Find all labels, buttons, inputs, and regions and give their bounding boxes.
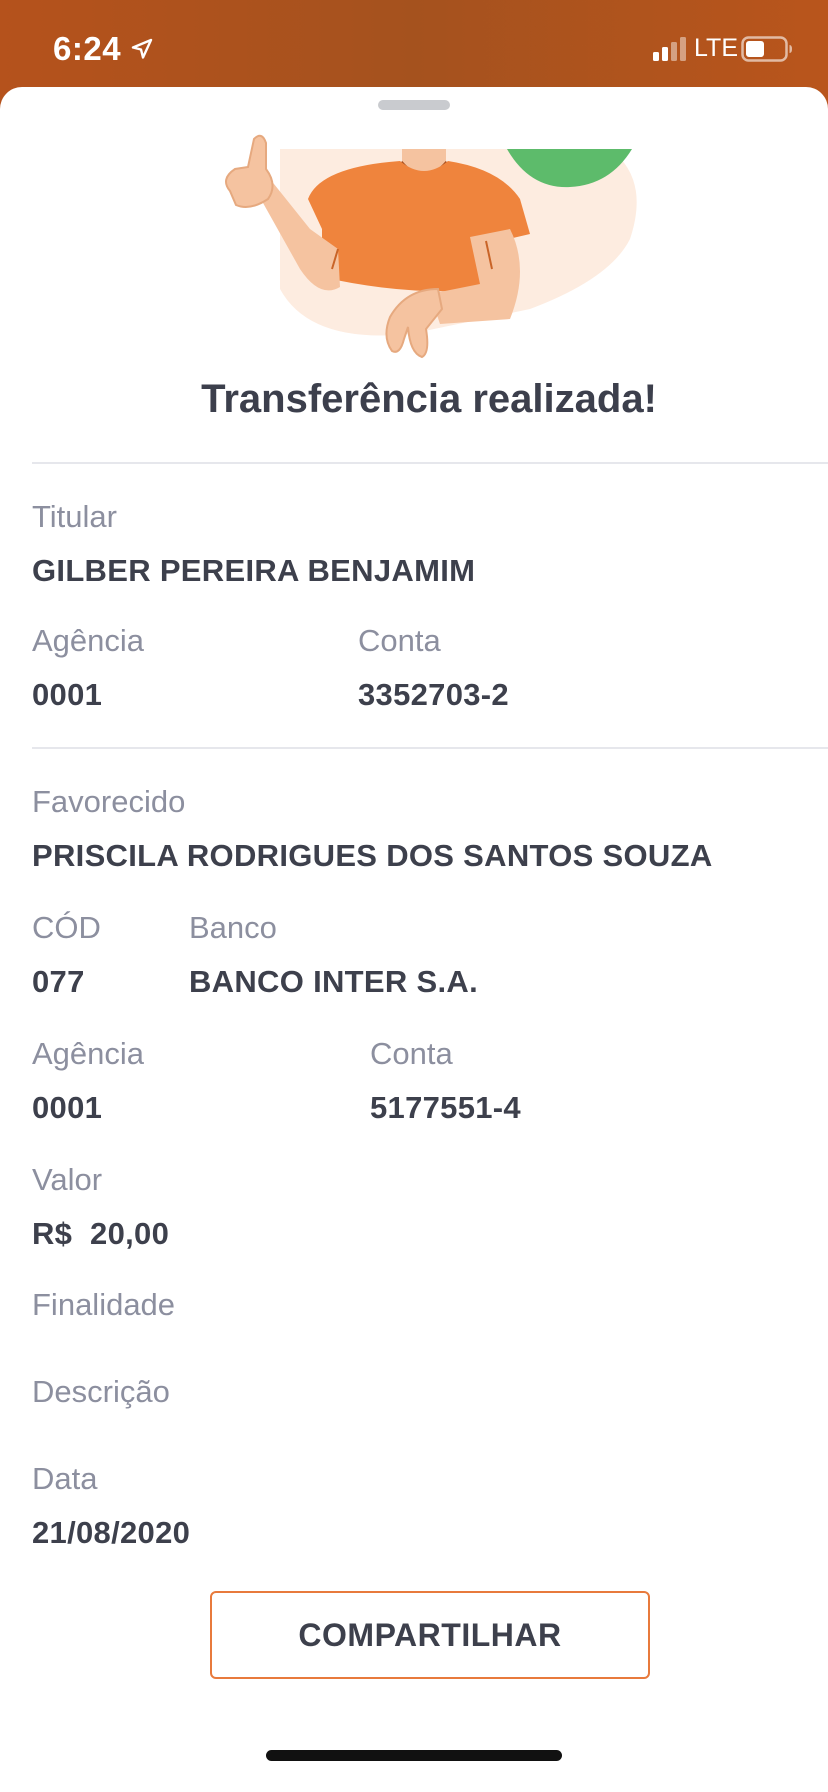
section-divider [32,747,828,749]
cod-value: 077 [32,964,85,999]
home-indicator[interactable] [266,1750,562,1761]
titular-name: GILBER PEREIRA BENJAMIM [32,553,476,588]
valor-label: Valor [32,1162,103,1197]
banco-label: Banco [189,910,277,945]
descricao-label: Descrição [32,1374,170,1409]
favorecido-label: Favorecido [32,784,186,819]
location-arrow-icon [131,38,153,59]
data-label: Data [32,1461,98,1496]
signal-icon [653,37,686,61]
titular-label: Titular [32,499,117,534]
share-button[interactable]: COMPARTILHAR [210,1591,650,1679]
valor-value: R$ 20,00 [32,1216,170,1251]
titular-agencia-value: 0001 [32,677,103,712]
sheet-grabber[interactable] [378,100,450,110]
favorecido-name: PRISCILA RODRIGUES DOS SANTOS SOUZA [32,838,713,873]
cod-label: CÓD [32,910,101,945]
favorecido-agencia-value: 0001 [32,1090,103,1125]
status-bar: 6:24 LTE [0,0,828,92]
data-value: 21/08/2020 [32,1515,191,1550]
battery-icon [741,36,792,62]
titular-conta-label: Conta [358,623,441,658]
favorecido-conta-value: 5177551-4 [370,1090,521,1125]
network-type: LTE [694,34,738,62]
status-time: 6:24 [53,30,122,67]
section-divider [32,462,828,464]
finalidade-label: Finalidade [32,1287,176,1322]
titular-agencia-label: Agência [32,623,145,658]
person-thumbs-up-illustration [225,134,637,359]
page-title: Transferência realizada! [201,377,657,421]
titular-conta-value: 3352703-2 [358,677,509,712]
banco-value: BANCO INTER S.A. [189,964,478,999]
favorecido-conta-label: Conta [370,1036,453,1071]
transfer-receipt-sheet: Transferência realizada! Titular GILBER … [0,87,828,1792]
favorecido-agencia-label: Agência [32,1036,145,1071]
